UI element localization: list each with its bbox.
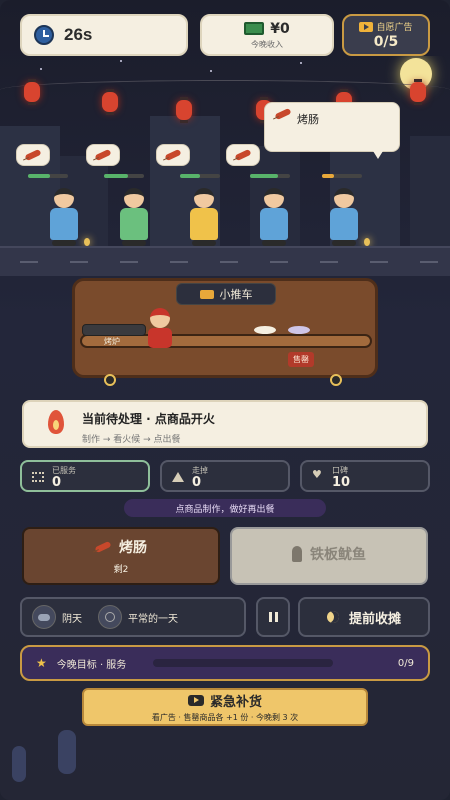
cash-icon [244, 22, 265, 35]
product-name: 烤肠 [119, 540, 147, 556]
pause-button[interactable] [256, 597, 290, 637]
video-play-icon [359, 21, 374, 32]
stat-value: 0 [192, 475, 202, 490]
order-bubble-small [16, 144, 50, 166]
sausage-icon [94, 148, 112, 162]
patience-bar [104, 174, 144, 178]
ghost-figure [58, 730, 76, 774]
grid-icon [32, 472, 44, 482]
order-bubble: 烤肠 [264, 102, 400, 159]
top-bar: 26s ¥0 今晚收入 自愿广告 0/5 [20, 14, 430, 56]
nightly-goal: ★ 今晚目标 · 服务 0/9 [20, 645, 430, 681]
weather-panel: 阴天 平常的一天 [20, 597, 246, 637]
restock-title: 紧急补货 [209, 695, 262, 710]
squid-icon [292, 545, 302, 562]
product-button-squid[interactable]: 铁板鱿鱼 [230, 527, 428, 585]
voluntary-ad-button[interactable]: 自愿广告 0/5 [342, 14, 430, 56]
close-stall-button[interactable]: 提前收摊 [298, 597, 430, 637]
weather-label: 阴天 [62, 613, 82, 625]
stat-reputation: ♥ 口碑 10 [300, 460, 430, 492]
order-bubble-small [156, 144, 190, 166]
vendor-chef [148, 306, 172, 348]
customer[interactable] [186, 188, 222, 248]
video-play-icon [187, 695, 204, 706]
order-bubble-small [226, 144, 260, 166]
patience-bar [322, 174, 362, 178]
cart-counter [80, 334, 372, 348]
emergency-restock-button[interactable]: 紧急补货 看广告 · 售罄商品各 +1 份 · 今晚剩 3 次 [82, 688, 368, 726]
pause-icon [268, 612, 272, 622]
restock-sub: 看广告 · 售罄商品各 +1 份 · 今晚剩 3 次 [151, 713, 299, 722]
customer[interactable] [326, 188, 362, 248]
stat-label: 已服务 [52, 466, 76, 475]
task-steps: 制作 → 看火候 → 点出餐 [82, 435, 181, 445]
patience-bar [28, 174, 68, 178]
cart-title: 小推车 [176, 283, 276, 305]
grill-label: 烤炉 [104, 337, 120, 346]
ad-count: 0/5 [373, 34, 399, 50]
product-stock: 剩2 [113, 565, 129, 575]
income-label: 今晚收入 [251, 39, 283, 49]
customer[interactable] [256, 188, 292, 248]
sausage-icon [274, 107, 292, 121]
hint-banner: 点商品制作，做好再出餐 [124, 499, 326, 517]
face-icon [98, 605, 122, 629]
task-card: 当前待处理 · 点商品开火 制作 → 看火候 → 点出餐 [22, 400, 428, 448]
sausage-icon [164, 148, 182, 162]
income-pill: ¥0 今晚收入 [200, 14, 334, 56]
cart-wheel [330, 374, 342, 386]
goal-count: 0/9 [397, 657, 414, 669]
product-name: 铁板鱿鱼 [310, 546, 366, 563]
product-button-sausage[interactable]: 烤肠 剩2 [22, 527, 220, 585]
sausage-icon [94, 540, 112, 554]
goal-progress-bar [152, 659, 333, 667]
income-value: ¥0 [270, 20, 290, 37]
flame-icon [48, 410, 64, 434]
soldout-badge: 售罄 [288, 352, 314, 367]
order-item-label: 烤肠 [297, 113, 319, 126]
timer-pill: 26s [20, 14, 188, 56]
road [0, 246, 450, 276]
star-icon: ★ [36, 656, 47, 670]
lantern-icon [102, 89, 118, 115]
stat-value: 10 [332, 475, 351, 490]
plate-squid-icon[interactable] [288, 326, 310, 334]
heart-icon: ♥ [312, 468, 322, 481]
cloud-icon [32, 605, 56, 629]
task-title: 当前待处理 · 点商品开火 [82, 412, 215, 426]
day-label: 平常的一天 [128, 613, 178, 625]
stat-left: 走掉 0 [160, 460, 290, 492]
ad-label: 自愿广告 [376, 23, 413, 33]
patience-bar [250, 174, 290, 178]
lantern-icon [24, 79, 40, 105]
cart-wheel [104, 374, 116, 386]
cart-title-label: 小推车 [219, 288, 253, 301]
stat-served: 已服务 0 [20, 460, 150, 492]
patience-bar [180, 174, 220, 178]
goal-label: 今晚目标 · 服务 [56, 659, 127, 671]
sausage-icon [234, 148, 252, 162]
plate-sausage-icon[interactable] [254, 326, 276, 334]
lantern-icon [410, 79, 426, 105]
timer-value: 26s [64, 25, 93, 44]
customer[interactable] [46, 188, 82, 248]
stat-label: 走掉 [192, 466, 208, 475]
game-screen: 26s ¥0 今晚收入 自愿广告 0/5 烤肠 小推车 烤炉 售罄 当前待处理 … [0, 0, 450, 800]
stat-value: 0 [52, 475, 62, 490]
ghost-figure [12, 746, 26, 782]
cart-icon [199, 289, 214, 299]
customer[interactable] [116, 188, 152, 248]
clock-icon [34, 25, 54, 45]
sausage-icon [24, 148, 42, 162]
close-stall-label: 提前收摊 [348, 611, 401, 627]
lantern-icon [176, 97, 192, 123]
order-bubble-small [86, 144, 120, 166]
grill[interactable] [82, 324, 146, 336]
street-scene: 烤肠 [0, 56, 450, 276]
moon-icon [326, 611, 339, 623]
warning-icon [172, 472, 184, 482]
